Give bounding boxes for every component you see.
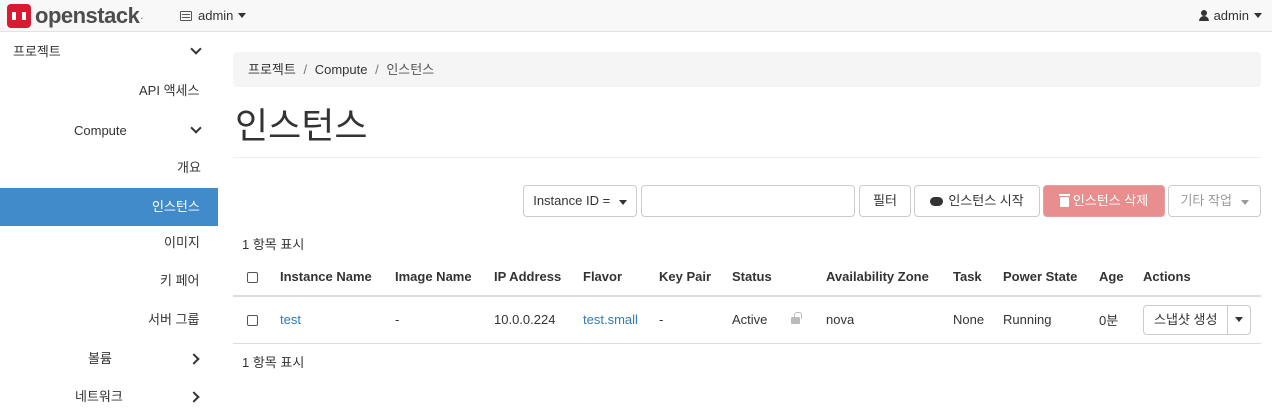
sidebar: 프로젝트 API 액세스 Compute 개요 인스턴스 이미지 키 페어 서버…	[0, 33, 218, 420]
sidebar-item-api-access[interactable]: API 액세스	[0, 72, 218, 110]
sidebar-item-instances[interactable]: 인스턴스	[0, 188, 218, 226]
breadcrumb-compute[interactable]: Compute	[315, 62, 368, 77]
openstack-logo-icon	[7, 4, 31, 28]
sidebar-item-network[interactable]: 네트워크	[0, 378, 218, 416]
table-header-row: Instance Name Image Name IP Address Flav…	[233, 257, 1261, 297]
sidebar-item-images[interactable]: 이미지	[0, 224, 218, 262]
sidebar-item-label: API 액세스	[139, 83, 200, 98]
more-actions-button[interactable]: 기타 작업	[1168, 185, 1261, 217]
flavor-link[interactable]: test.small	[583, 312, 638, 327]
sidebar-item-server-groups[interactable]: 서버 그룹	[0, 301, 218, 339]
project-name: admin	[198, 8, 234, 23]
create-snapshot-button[interactable]: 스냅샷 생성	[1144, 305, 1229, 334]
col-ip-address[interactable]: IP Address	[494, 257, 583, 297]
cell-status: Active	[732, 296, 826, 344]
divider	[233, 157, 1261, 158]
sidebar-item-label: 인스턴스	[152, 199, 200, 214]
row-actions-split-button: 스냅샷 생성	[1143, 304, 1252, 335]
sidebar-item-label: 개요	[177, 160, 201, 175]
col-key-pair[interactable]: Key Pair	[659, 257, 732, 297]
sidebar-item-label: 이미지	[164, 235, 200, 250]
breadcrumb-separator: /	[303, 62, 308, 77]
col-actions: Actions	[1143, 257, 1261, 297]
chevron-down-icon	[1240, 200, 1249, 205]
chevron-right-icon	[188, 391, 200, 403]
filter-button-label: 필터	[873, 193, 897, 208]
user-icon	[1198, 10, 1209, 21]
filter-field-label: Instance ID =	[533, 193, 611, 208]
cell-actions: 스냅샷 생성	[1143, 296, 1261, 344]
col-flavor[interactable]: Flavor	[583, 257, 659, 297]
item-count-top: 1 항목 표시	[242, 237, 305, 252]
chevron-down-icon	[190, 122, 202, 134]
row-actions-dropdown-toggle[interactable]	[1228, 306, 1250, 334]
chevron-right-icon	[188, 353, 200, 365]
col-task[interactable]: Task	[953, 257, 1003, 297]
breadcrumb-separator: /	[375, 62, 379, 77]
instances-table: Instance Name Image Name IP Address Flav…	[233, 257, 1261, 344]
more-actions-label: 기타 작업	[1180, 193, 1232, 208]
col-image-name[interactable]: Image Name	[395, 257, 494, 297]
user-menu[interactable]: admin	[1198, 8, 1262, 23]
status-text: Active	[732, 312, 768, 328]
row-select-cell	[233, 296, 280, 344]
launch-instance-button[interactable]: 인스턴스 시작	[914, 185, 1040, 217]
openstack-logo[interactable]: openstack.	[7, 3, 143, 29]
cell-key-pair: -	[659, 296, 732, 344]
cell-power-state: Running	[1003, 296, 1099, 344]
top-navbar: openstack. admin admin	[0, 0, 1272, 32]
sidebar-item-overview[interactable]: 개요	[0, 149, 218, 187]
cell-flavor: test.small	[583, 296, 659, 344]
project-list-icon	[180, 10, 192, 21]
unlock-icon	[791, 312, 803, 325]
col-status[interactable]: Status	[732, 257, 826, 297]
cell-availability-zone: nova	[826, 296, 953, 344]
cell-ip-address: 10.0.0.224	[494, 296, 583, 344]
sidebar-item-label: 키 페어	[160, 273, 200, 288]
sidebar-item-compute[interactable]: Compute	[0, 112, 218, 150]
filter-field-dropdown[interactable]: Instance ID =	[523, 185, 637, 217]
sidebar-item-label: 프로젝트	[13, 44, 61, 59]
delete-instances-button[interactable]: 인스턴스 삭제	[1043, 185, 1165, 217]
chevron-down-icon	[1254, 13, 1262, 18]
instance-link[interactable]: test	[280, 312, 301, 327]
select-all-cell	[233, 257, 280, 297]
breadcrumb: 프로젝트 / Compute / 인스턴스	[233, 52, 1261, 87]
project-selector[interactable]: admin	[180, 8, 247, 23]
delete-instances-label: 인스턴스 삭제	[1072, 193, 1149, 208]
filter-input[interactable]	[641, 185, 855, 217]
chevron-down-icon	[190, 43, 202, 55]
chevron-down-icon	[1235, 317, 1244, 323]
sidebar-item-key-pairs[interactable]: 키 페어	[0, 262, 218, 300]
trash-icon	[1058, 193, 1070, 207]
breadcrumb-current: 인스턴스	[386, 62, 435, 77]
col-power-state[interactable]: Power State	[1003, 257, 1099, 297]
select-all-checkbox[interactable]	[247, 271, 258, 283]
table-row: test - 10.0.0.224 test.small - Active no…	[233, 296, 1261, 344]
cell-image-name: -	[395, 296, 494, 344]
filter-button[interactable]: 필터	[859, 185, 911, 217]
chevron-down-icon	[618, 200, 627, 205]
breadcrumb-project[interactable]: 프로젝트	[248, 62, 296, 77]
sidebar-item-volumes[interactable]: 볼륨	[0, 340, 218, 378]
col-instance-name[interactable]: Instance Name	[280, 257, 395, 297]
sidebar-item-project[interactable]: 프로젝트	[0, 33, 218, 71]
sidebar-item-label: 네트워크	[75, 389, 123, 404]
col-availability-zone[interactable]: Availability Zone	[826, 257, 953, 297]
user-name: admin	[1213, 8, 1249, 23]
item-count-bottom: 1 항목 표시	[242, 355, 305, 370]
col-age[interactable]: Age	[1099, 257, 1143, 297]
cloud-upload-icon	[930, 197, 944, 207]
launch-instance-label: 인스턴스 시작	[948, 193, 1024, 208]
sidebar-item-label: Compute	[74, 123, 127, 138]
cell-age: 0분	[1099, 296, 1143, 344]
chevron-down-icon	[238, 13, 247, 18]
sidebar-item-label: 서버 그룹	[148, 312, 200, 327]
cell-task: None	[953, 296, 1003, 344]
cell-instance-name: test	[280, 296, 395, 344]
sidebar-item-label: 볼륨	[88, 351, 112, 366]
page-title: 인스턴스	[235, 105, 368, 146]
row-checkbox[interactable]	[247, 315, 258, 327]
brand-name: openstack	[35, 3, 140, 28]
